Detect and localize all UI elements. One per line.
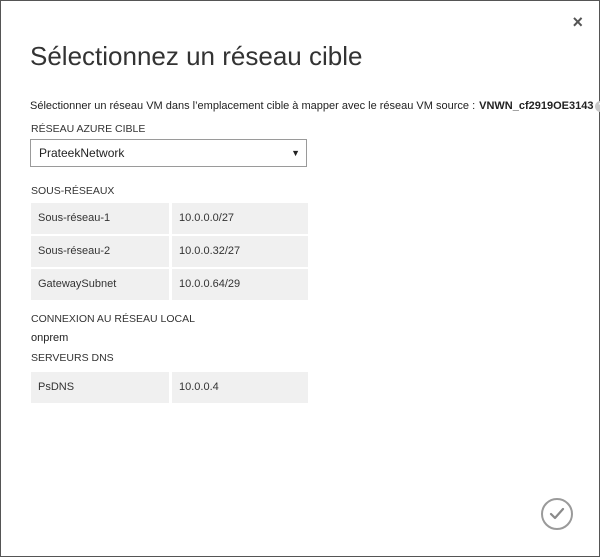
- azure-network-label: RÉSEAU AZURE CIBLE: [31, 123, 146, 135]
- subnets-table: Sous-réseau-1 10.0.0.0/27 Sous-réseau-2 …: [31, 203, 308, 302]
- subnets-label: SOUS-RÉSEAUX: [31, 185, 115, 197]
- source-vm-network-name: VNWN_cf2919OE3143: [479, 100, 594, 112]
- dns-servers-label: SERVEURS DNS: [31, 352, 114, 364]
- azure-network-selected-value: PrateekNetwork: [39, 146, 125, 160]
- dns-table: PsDNS 10.0.0.4: [31, 372, 308, 405]
- close-icon[interactable]: ×: [572, 13, 583, 31]
- table-row: PsDNS 10.0.0.4: [31, 372, 308, 403]
- subnet-name: Sous-réseau-2: [31, 236, 169, 267]
- subnet-name: Sous-réseau-1: [31, 203, 169, 234]
- checkmark-icon: [549, 507, 565, 520]
- intro-text: Sélectionner un réseau VM dans l’emplace…: [30, 100, 600, 112]
- subnet-address: 10.0.0.64/29: [172, 269, 308, 300]
- dialog-title: Sélectionnez un réseau cible: [30, 41, 363, 71]
- intro-text-label: Sélectionner un réseau VM dans l’emplace…: [30, 100, 476, 112]
- select-target-network-dialog: × Sélectionnez un réseau cible Sélection…: [0, 0, 600, 557]
- table-row: GatewaySubnet 10.0.0.64/29: [31, 269, 308, 300]
- subnet-address: 10.0.0.32/27: [172, 236, 308, 267]
- table-row: Sous-réseau-1 10.0.0.0/27: [31, 203, 308, 234]
- local-network-label: CONNEXION AU RÉSEAU LOCAL: [31, 313, 195, 325]
- azure-network-select[interactable]: PrateekNetwork ▼: [30, 139, 307, 167]
- help-icon[interactable]: ?: [595, 101, 600, 112]
- chevron-down-icon: ▼: [291, 148, 300, 158]
- confirm-button[interactable]: [541, 498, 573, 530]
- subnet-address: 10.0.0.0/27: [172, 203, 308, 234]
- local-network-value: onprem: [31, 332, 69, 344]
- table-row: Sous-réseau-2 10.0.0.32/27: [31, 236, 308, 267]
- dns-address: 10.0.0.4: [172, 372, 308, 403]
- dns-name: PsDNS: [31, 372, 169, 403]
- subnet-name: GatewaySubnet: [31, 269, 169, 300]
